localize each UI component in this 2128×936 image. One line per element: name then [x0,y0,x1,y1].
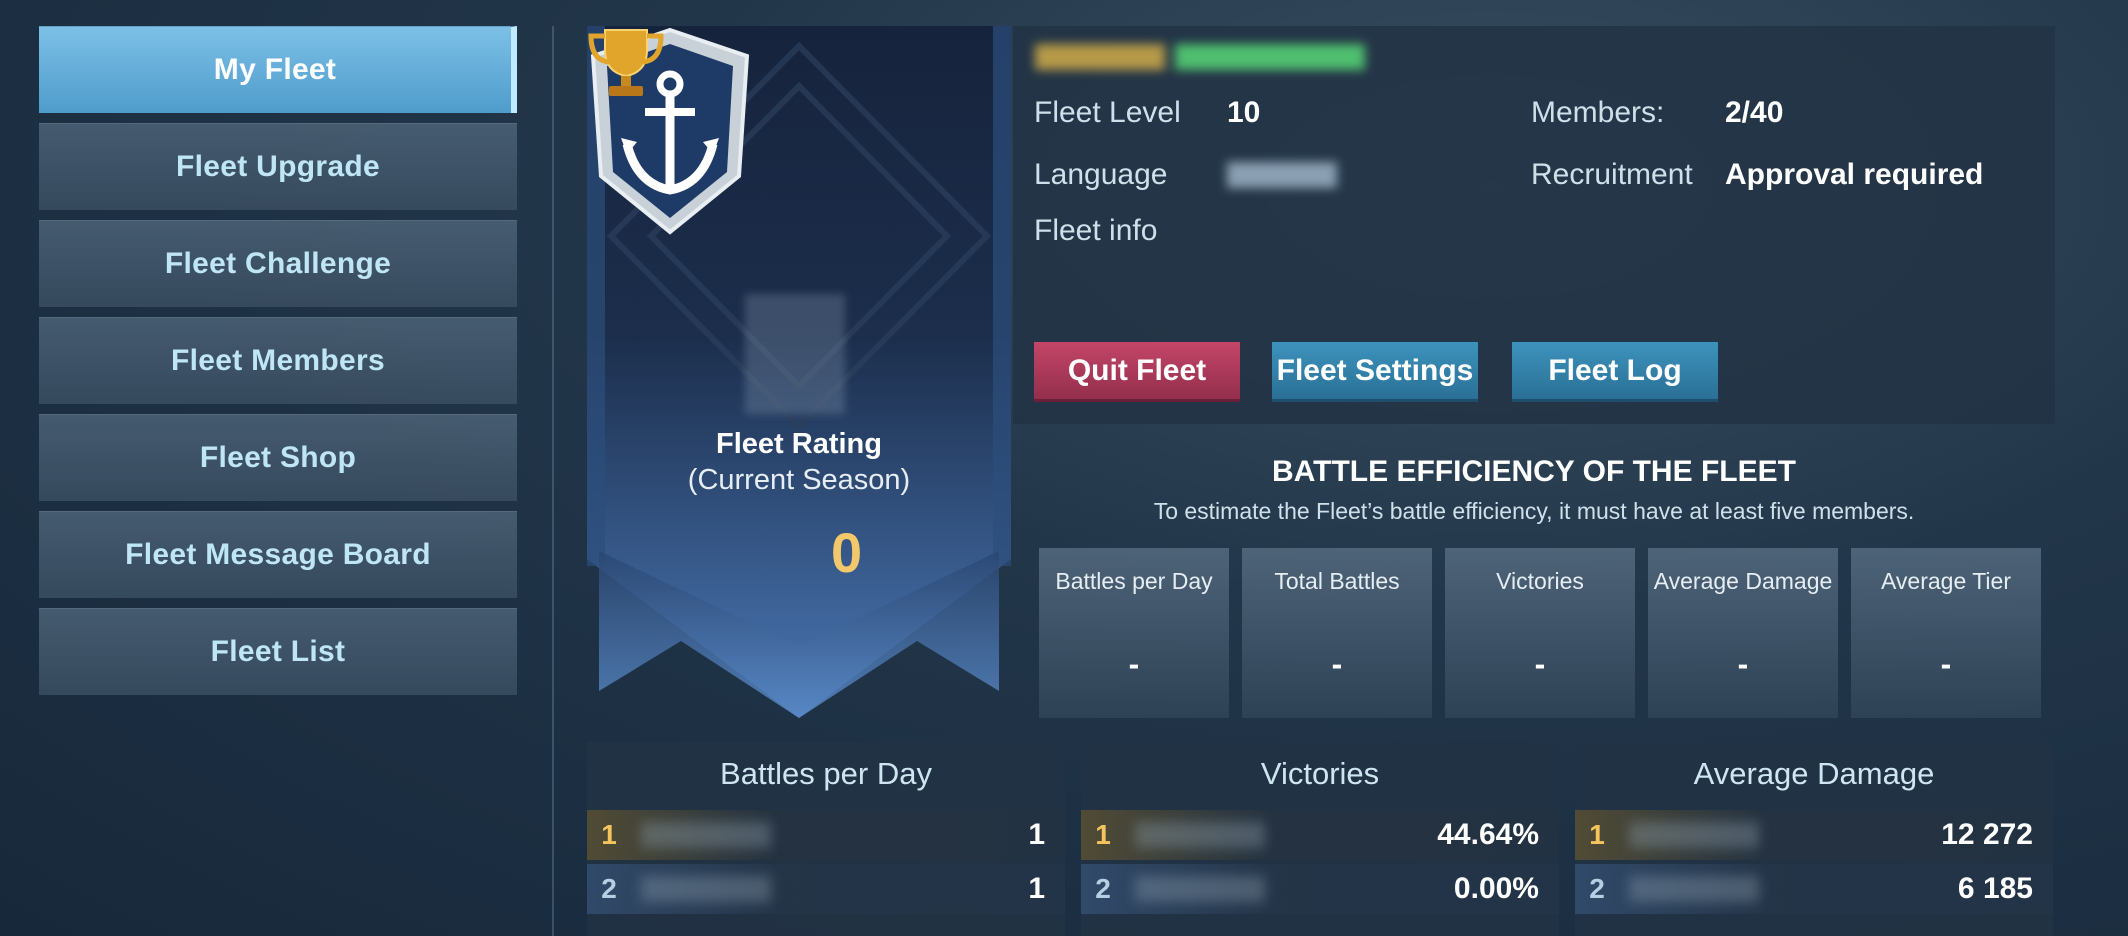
leaderboard-battles-per-day: Battles per Day 1 1 2 1 [587,742,1065,936]
recruitment-value: Approval required [1725,158,1984,191]
sidebar-item-fleet-message-board[interactable]: Fleet Message Board [39,511,517,598]
sidebar-item-fleet-list[interactable]: Fleet List [39,608,517,695]
rank-number: 2 [1589,873,1605,904]
fleet-name-masked [1035,44,1375,78]
leaderboard-row[interactable]: 2 6 185 [1575,864,2053,914]
fleet-rating-subtitle: (Current Season) [687,464,911,496]
fleet-settings-button[interactable]: Fleet Settings [1272,342,1478,402]
player-name-masked [1629,876,1759,902]
rank-number: 1 [1095,819,1111,850]
fleet-rating-title: Fleet Rating [716,428,882,460]
fleet-banner: Fleet Rating (Current Season) 0 [587,26,1011,718]
language-label: Language [1034,158,1168,191]
leaderboard-row[interactable]: 2 1 [587,864,1065,914]
members-label: Members: [1531,96,1665,129]
stat-card-battles-per-day: Battles per Day - [1039,548,1229,718]
sidebar-item-my-fleet[interactable]: My Fleet [39,26,517,113]
rank-number: 2 [1095,873,1111,904]
stat-card-average-damage: Average Damage - [1648,548,1838,718]
leaderboard-victories: Victories 1 44.64% 2 0.00% [1081,742,1559,936]
trophy-icon [588,29,664,96]
quit-fleet-button[interactable]: Quit Fleet [1034,342,1240,402]
player-name-masked [641,876,771,902]
leaderboard-value: 6 185 [1957,872,2033,905]
leaderboard-average-damage: Average Damage 1 12 272 2 6 185 [1575,742,2053,936]
stat-card-total-battles: Total Battles - [1242,548,1432,718]
stat-card-value: - [1331,646,1343,682]
stat-card-value: - [1737,646,1749,682]
stat-card-label: Battles per Day [1055,568,1213,594]
stat-card-label: Total Battles [1274,568,1400,594]
fleet-level-value: 10 [1227,96,1261,129]
leaderboard-row[interactable]: 1 12 272 [1575,810,2053,860]
stat-card-value: - [1940,646,1952,682]
fleet-level-label: Fleet Level [1034,96,1181,129]
player-name-masked [641,822,771,848]
stat-card-victories: Victories - [1445,548,1635,718]
rank-number: 1 [1589,819,1605,850]
efficiency-cards: Battles per Day - Total Battles - Victor… [1039,548,2041,718]
battle-efficiency-title: BATTLE EFFICIENCY OF THE FLEET [1272,455,1796,488]
sidebar-item-fleet-shop[interactable]: Fleet Shop [39,414,517,501]
members-value: 2/40 [1725,96,1784,129]
leaderboard-title: Average Damage [1693,756,1935,791]
sidebar-item-fleet-upgrade[interactable]: Fleet Upgrade [39,123,517,210]
fleet-sidebar: My Fleet Fleet Upgrade Fleet Challenge F… [39,26,517,705]
stat-card-value: - [1534,646,1546,682]
language-value-masked [1227,162,1337,188]
player-name-masked [1629,822,1759,848]
fleet-rating-value: 0 [831,521,863,584]
fleet-info-panel: Fleet Level 10 Members: 2/40 Language Re… [1013,26,2055,424]
leaderboard-value: 1 [1028,818,1045,851]
leaderboard-title: Battles per Day [720,756,932,791]
stat-card-label: Average Damage [1653,568,1833,594]
leaderboard-row[interactable]: 1 44.64% [1081,810,1559,860]
leaderboard-row[interactable]: 2 0.00% [1081,864,1559,914]
rank-number: 1 [601,819,617,850]
sidebar-item-fleet-challenge[interactable]: Fleet Challenge [39,220,517,307]
leaderboard-value: 0.00% [1453,872,1539,905]
fleet-log-button[interactable]: Fleet Log [1512,342,1718,402]
stat-card-value: - [1128,646,1140,682]
leaderboard-value: 44.64% [1437,818,1539,851]
battle-efficiency-note: To estimate the Fleet’s battle efficienc… [1153,498,1915,524]
leaderboard-title: Victories [1260,756,1380,791]
fleet-emblem-mask [745,294,845,414]
fleet-info-label: Fleet info [1034,214,1158,247]
recruitment-label: Recruitment [1531,158,1693,191]
leaderboard-value: 12 272 [1941,818,2033,851]
stat-card-average-tier: Average Tier - [1851,548,2041,718]
leaderboard-row[interactable]: 1 1 [587,810,1065,860]
stat-card-label: Average Tier [1881,568,2011,594]
sidebar-divider [552,26,554,936]
stat-card-label: Victories [1496,568,1584,594]
sidebar-item-fleet-members[interactable]: Fleet Members [39,317,517,404]
rank-number: 2 [601,873,617,904]
player-name-masked [1135,876,1265,902]
leaderboard-value: 1 [1028,872,1045,905]
player-name-masked [1135,822,1265,848]
